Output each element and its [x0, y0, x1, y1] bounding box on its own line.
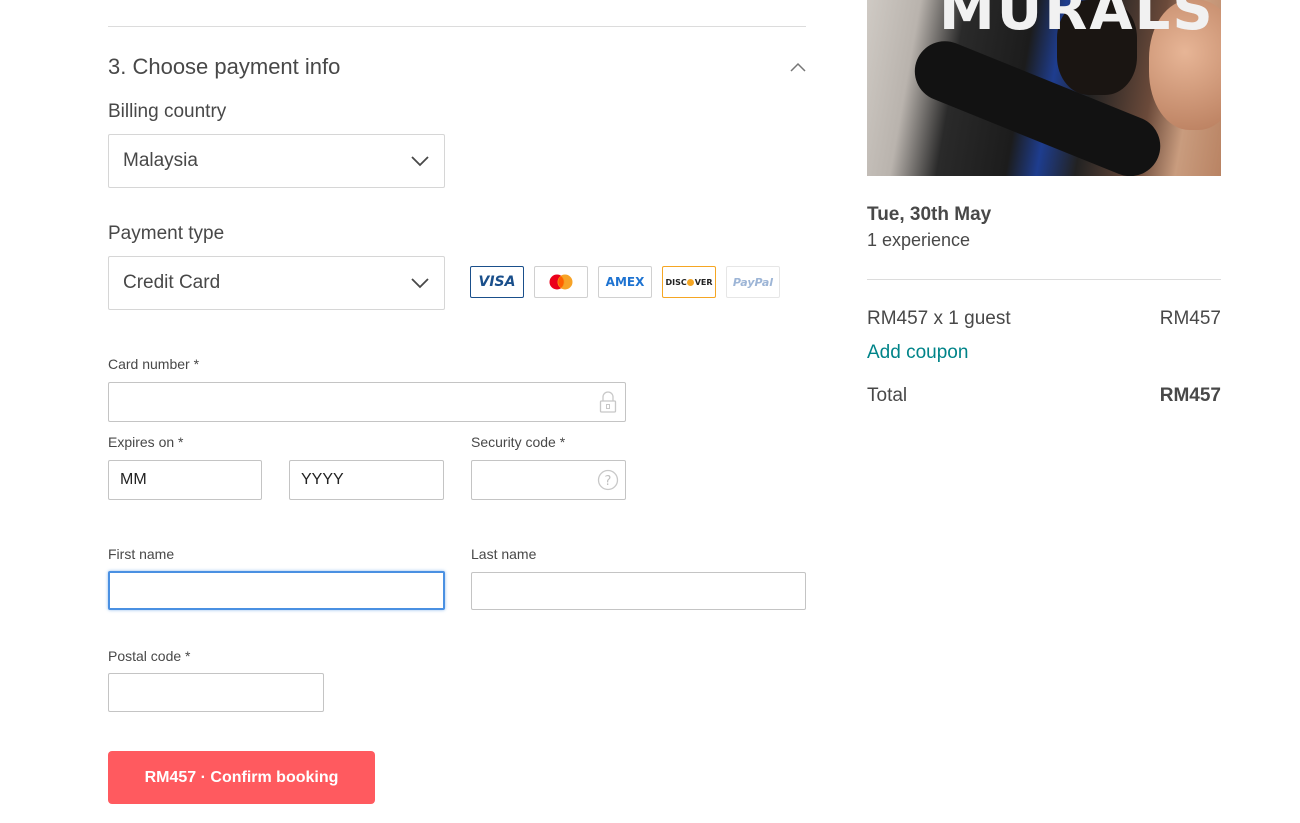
mastercard-icon	[534, 266, 588, 298]
summary-divider	[867, 279, 1221, 280]
total-label: Total	[867, 385, 908, 406]
visa-label: VISA	[478, 274, 516, 290]
add-coupon-link[interactable]: Add coupon	[867, 342, 968, 364]
section-divider	[108, 26, 806, 27]
booking-date: Tue, 30th May	[867, 204, 992, 225]
payment-type-label: Payment type	[108, 223, 225, 244]
total-value: RM457	[1159, 385, 1221, 406]
expires-label: Expires on *	[108, 434, 184, 450]
security-code-label: Security code *	[471, 434, 566, 450]
chevron-down-icon	[411, 156, 429, 167]
price-line: RM457 x 1 guest RM457	[867, 308, 1221, 330]
payment-type-select[interactable]: Credit Card	[108, 256, 445, 310]
amex-label: AMEX	[605, 275, 645, 289]
postal-code-label: Postal code *	[108, 648, 191, 664]
expiry-month-input[interactable]	[108, 460, 262, 500]
billing-country-select[interactable]: Malaysia	[108, 134, 445, 188]
discover-label-right: VER	[694, 277, 713, 287]
visa-icon: VISA	[470, 266, 524, 298]
billing-country-value: Malaysia	[123, 150, 198, 171]
expiry-year-input[interactable]	[289, 460, 444, 500]
discover-label-left: DISC	[665, 277, 687, 287]
amex-icon: AMEX	[598, 266, 652, 298]
card-number-label: Card number *	[108, 356, 200, 372]
price-line-label: RM457 x 1 guest	[867, 308, 1011, 329]
confirm-booking-button[interactable]: RM457 · Confirm booking	[108, 751, 375, 804]
help-question-icon[interactable]: ?	[597, 468, 619, 492]
postal-code-input[interactable]	[108, 673, 324, 712]
last-name-label: Last name	[471, 546, 537, 562]
first-name-input[interactable]	[108, 571, 445, 610]
chevron-down-icon	[411, 278, 429, 289]
price-line-value: RM457	[1159, 308, 1221, 329]
paypal-label: PayPal	[732, 275, 774, 289]
experience-image: MURALS	[867, 0, 1221, 176]
experience-count: 1 experience	[867, 230, 971, 250]
svg-text:?: ?	[605, 474, 612, 489]
payment-type-value: Credit Card	[123, 272, 221, 293]
first-name-label: First name	[108, 546, 175, 562]
card-logos: VISA AMEX DISC VER PayPal	[470, 266, 780, 298]
image-title-text: MURALS	[939, 0, 1215, 43]
total-line: Total RM457	[867, 385, 1221, 407]
card-number-input[interactable]	[108, 382, 626, 422]
lock-icon	[597, 390, 619, 414]
billing-country-label: Billing country	[108, 101, 227, 122]
section-title: 3. Choose payment info	[108, 54, 341, 79]
last-name-input[interactable]	[471, 572, 806, 610]
chevron-up-icon[interactable]	[788, 58, 808, 78]
discover-icon: DISC VER	[662, 266, 716, 298]
paypal-icon: PayPal	[726, 266, 780, 298]
